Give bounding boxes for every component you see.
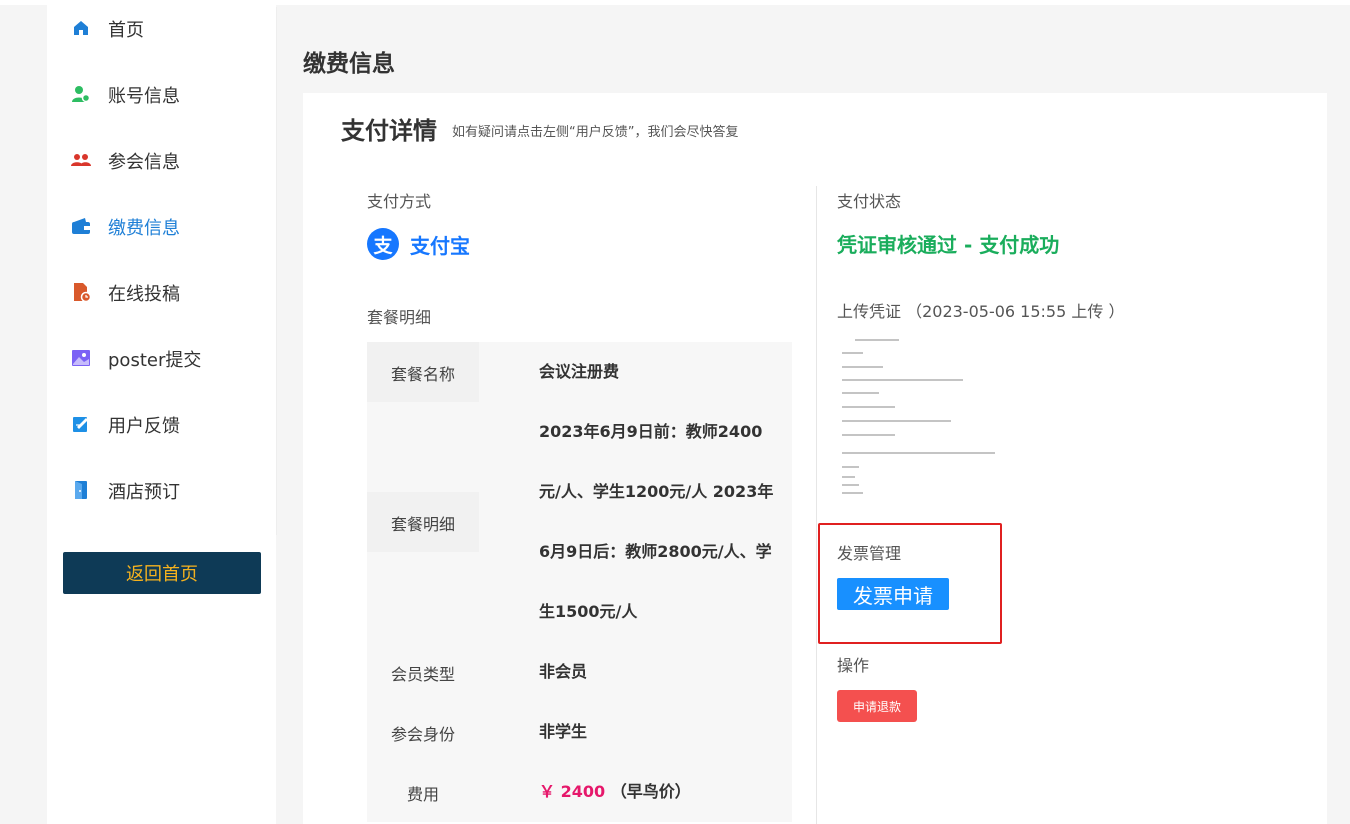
payment-method-label: 支付方式 [367, 192, 432, 211]
edit-note-icon [73, 417, 88, 432]
package-name-key: 套餐名称 [390, 365, 455, 384]
image-icon [72, 350, 90, 366]
package-detail-value: 2023年6月9日前：教师2400元/人、学生1200元/人 2023年6月9日… [539, 422, 774, 621]
sidebar-item-submission[interactable]: 在线投稿 [47, 271, 276, 311]
sidebar-item-label: poster提交 [108, 350, 202, 371]
voucher-image[interactable] [839, 331, 999, 501]
refund-button[interactable]: 申请退款 [837, 690, 917, 722]
column-divider [816, 186, 817, 824]
sidebar-item-payment[interactable]: 缴费信息 [47, 205, 276, 245]
package-label: 套餐明细 [367, 308, 432, 327]
document-clock-icon [74, 283, 91, 302]
sidebar-item-label: 缴费信息 [108, 218, 180, 239]
back-home-button[interactable]: 返回首页 [63, 552, 261, 594]
sidebar-item-label: 酒店预订 [108, 482, 180, 503]
sidebar-item-poster[interactable]: poster提交 [47, 337, 276, 377]
package-detail-key: 套餐明细 [390, 515, 455, 534]
upload-voucher-label: 上传凭证 （2023-05-06 15:55 上传 ） [837, 302, 1125, 321]
door-icon [75, 481, 87, 499]
sidebar-menu: 首页 账号信息 参会信息 缴费信息 在线投稿 poster提交 用户反馈 酒店预… [47, 7, 277, 535]
fee-note: （早鸟价） [610, 782, 691, 801]
sidebar-item-hotel[interactable]: 酒店预订 [47, 469, 276, 509]
card-title: 支付详情 [341, 117, 437, 145]
home-icon [74, 21, 88, 35]
package-name-value: 会议注册费 [539, 362, 620, 381]
users-icon [71, 154, 91, 166]
payment-status-label: 支付状态 [837, 192, 902, 211]
member-type-value: 非会员 [539, 662, 588, 681]
invoice-apply-button[interactable]: 发票申请 [837, 578, 949, 610]
sidebar-item-label: 在线投稿 [108, 284, 180, 305]
payment-method-name: 支付宝 [410, 233, 470, 258]
payment-status: 凭证审核通过 - 支付成功 [837, 233, 1060, 257]
wallet-icon [72, 218, 90, 234]
member-type-key: 会员类型 [390, 665, 455, 684]
sidebar-item-home[interactable]: 首页 [47, 7, 276, 47]
alipay-icon: 支 [367, 228, 399, 260]
user-settings-icon [72, 86, 91, 103]
payment-method: 支 支付宝 [367, 228, 470, 260]
sidebar: 首页 账号信息 参会信息 缴费信息 在线投稿 poster提交 用户反馈 酒店预… [47, 0, 277, 824]
page-title: 缴费信息 [303, 51, 395, 77]
sidebar-item-attendee[interactable]: 参会信息 [47, 139, 276, 179]
sidebar-item-label: 账号信息 [108, 86, 180, 107]
sidebar-item-label: 参会信息 [108, 152, 180, 173]
sidebar-item-label: 首页 [108, 20, 144, 41]
sidebar-item-label: 用户反馈 [108, 416, 180, 437]
package-table: 套餐名称 会议注册费 套餐明细 2023年6月9日前：教师2400元/人、学生1… [367, 342, 792, 822]
sidebar-item-account[interactable]: 账号信息 [47, 73, 276, 113]
identity-key: 参会身份 [390, 725, 455, 744]
invoice-label: 发票管理 [837, 544, 902, 563]
fee-value: ￥ 2400 （早鸟价） [539, 762, 779, 822]
operation-label: 操作 [837, 656, 870, 675]
fee-key: 费用 [406, 785, 439, 804]
sidebar-item-feedback[interactable]: 用户反馈 [47, 403, 276, 443]
fee-amount: ￥ 2400 [539, 782, 606, 801]
card-hint: 如有疑问请点击左侧“用户反馈”，我们会尽快答复 [452, 125, 739, 140]
identity-value: 非学生 [539, 722, 588, 741]
payment-detail-card: 支付详情 如有疑问请点击左侧“用户反馈”，我们会尽快答复 支付方式 支 支付宝 … [303, 93, 1327, 824]
